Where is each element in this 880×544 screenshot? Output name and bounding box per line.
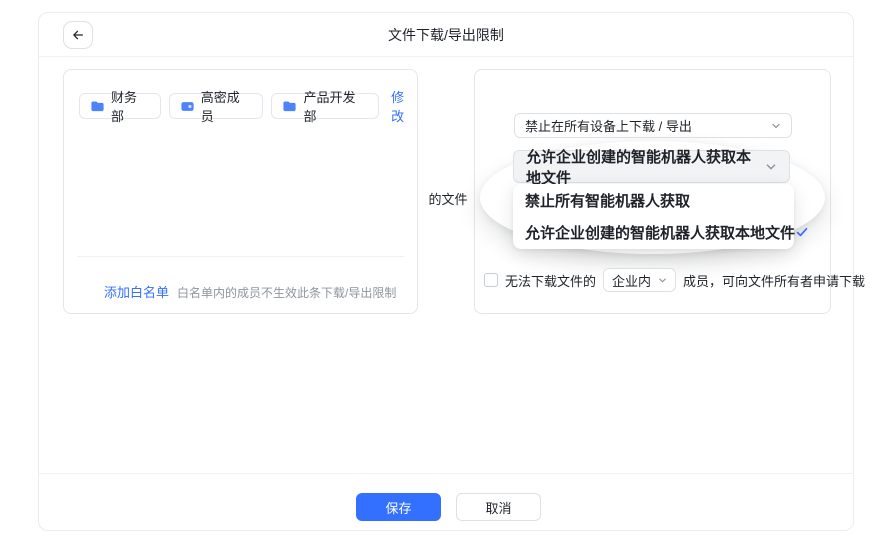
check-icon [795,225,809,239]
chip-label: 高密成员 [200,90,240,124]
bot-option-allow-enterprise[interactable]: 允许企业创建的智能机器人获取本地文件 [513,216,808,248]
folder-icon [282,99,297,114]
chip-label: 产品开发部 [303,90,356,124]
scope-panel: 财务部 高密成员 产品开发部 修改 添加白名单 白名单内的成员不生效此条下载/导… [63,69,418,314]
scope-chip: 产品开发部 [271,90,380,124]
chevron-down-icon [765,161,777,173]
page-title: 文件下载/导出限制 [388,27,504,43]
restriction-panel: 禁止在所有设备上下载 / 导出 允许企业创建的智能机器人获取本地文件 禁止所有智… [474,69,865,314]
bot-access-select[interactable]: 允许企业创建的智能机器人获取本地文件 [513,149,790,187]
chevron-down-icon [771,121,781,131]
dialog-header: 文件下载/导出限制 [39,13,853,57]
whitelist-divider [77,256,404,257]
bot-option-forbid-all[interactable]: 禁止所有智能机器人获取 [513,184,794,216]
request-download-checkbox[interactable] [484,273,498,287]
chevron-down-icon [658,276,667,285]
save-button[interactable]: 保存 [356,493,441,521]
whitelist-row: 添加白名单 白名单内的成员不生效此条下载/导出限制 [104,282,396,301]
member-scope-select[interactable]: 企业内 [603,268,677,292]
footer-divider [39,473,853,474]
add-whitelist-link[interactable]: 添加白名单 [104,282,169,301]
device-restriction-value: 禁止在所有设备上下载 / 导出 [525,119,692,134]
request-row-suffix: 成员，可向文件所有者申请下载 [683,273,866,289]
request-download-row: 无法下载文件的 企业内 成员，可向文件所有者申请下载 [484,268,865,292]
folder-icon [90,99,105,114]
bot-access-dropdown-menu: 禁止所有智能机器人获取 允许企业创建的智能机器人获取本地文件 [513,184,808,249]
chip-label: 财务部 [111,90,138,124]
cancel-button[interactable]: 取消 [456,493,541,521]
scope-chips-row: 财务部 高密成员 产品开发部 修改 [79,87,417,125]
bot-option-label: 禁止所有智能机器人获取 [525,192,691,210]
whitelist-hint: 白名单内的成员不生效此条下载/导出限制 [177,286,397,300]
member-scope-value: 企业内 [612,273,652,289]
scope-chip: 财务部 [79,90,161,124]
restriction-dialog: 文件下载/导出限制 财务部 高密成员 产品开发部 修改 添加白名单 白名单内的成… [38,12,865,531]
bot-access-value: 允许企业创建的智能机器人获取本地文件 [526,148,752,187]
badge-icon [180,99,195,114]
device-restriction-select[interactable]: 禁止在所有设备上下载 / 导出 [514,113,792,138]
modify-scope-link[interactable]: 修改 [391,87,417,125]
request-row-prefix: 无法下载文件的 [505,273,597,289]
scope-chip: 高密成员 [168,90,264,124]
connector-label: 的文件 [428,192,468,207]
bot-option-label: 允许企业创建的智能机器人获取本地文件 [525,224,796,242]
